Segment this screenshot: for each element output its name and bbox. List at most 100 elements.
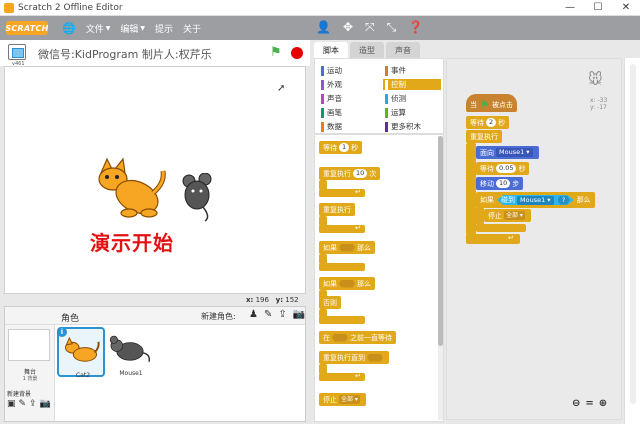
category-sensing[interactable]: 侦测: [383, 93, 441, 104]
scrollbar-thumb[interactable]: [438, 136, 443, 346]
new-sprite-tools: ♟ ✎ ⇪ 📷: [249, 309, 305, 320]
zoom-controls: ⊖ = ⊕: [572, 398, 607, 409]
menu-about[interactable]: 关于: [183, 22, 201, 35]
language-globe-icon[interactable]: 🌐: [62, 22, 76, 35]
demo-start-text: 演示开始: [90, 231, 174, 255]
category-swatch: [321, 93, 324, 104]
window-title: Scratch 2 Offline Editor: [18, 2, 123, 13]
camera-backdrop-icon[interactable]: 📷: [40, 399, 51, 409]
y-label: y:: [275, 296, 283, 304]
upload-sprite-icon[interactable]: ⇪: [278, 309, 286, 320]
tab-sounds[interactable]: 声音: [386, 42, 420, 58]
palette-block-repeat-until[interactable]: 重复执行直到: [319, 351, 389, 364]
presentation-mode-icon[interactable]: [8, 44, 26, 60]
paint-sprite-icon[interactable]: ✎: [264, 309, 272, 320]
palette-block-stop[interactable]: 停止 全部 ▾: [319, 393, 366, 406]
cut-icon[interactable]: ✥: [343, 20, 353, 35]
palette-block-forever[interactable]: 重复执行: [319, 203, 355, 216]
boolean-slot[interactable]: [367, 353, 383, 362]
menu-file[interactable]: 文件 ▼: [86, 22, 111, 35]
category-swatch: [321, 107, 324, 118]
palette-block-wait-until[interactable]: 在 之前一直等待: [319, 331, 396, 344]
help-icon[interactable]: ❓: [408, 20, 423, 35]
maximize-button[interactable]: ☐: [584, 0, 612, 16]
if-c-foot: [476, 224, 526, 232]
category-motion[interactable]: 运动: [319, 65, 377, 76]
library-backdrop-icon[interactable]: ▣: [7, 399, 16, 409]
palette-scrollbar[interactable]: [438, 136, 443, 420]
minimize-button[interactable]: —: [556, 0, 584, 16]
scratch-logo[interactable]: SCRATCH: [5, 21, 48, 35]
category-sound[interactable]: 声音: [319, 93, 377, 104]
menu-edit[interactable]: 编辑 ▼: [120, 22, 145, 35]
script-wait-short[interactable]: 等待 0.05 秒: [476, 162, 530, 175]
point-target-dropdown[interactable]: Mouse1 ▾: [496, 148, 533, 157]
duplicate-icon[interactable]: 👤: [316, 20, 331, 35]
stage-thumbnail[interactable]: [8, 329, 50, 361]
touching-condition[interactable]: 碰到 Mouse1 ▾ ?: [497, 195, 574, 205]
category-control[interactable]: 控制: [383, 79, 441, 90]
script-forever[interactable]: 重复执行: [466, 130, 502, 143]
backdrop-count: 1 背景: [22, 376, 38, 382]
upload-backdrop-icon[interactable]: ⇪: [29, 399, 37, 409]
palette-block-wait[interactable]: 等待 1 秒: [319, 141, 363, 154]
zoom-in-icon[interactable]: ⊕: [599, 398, 607, 409]
script-move-steps[interactable]: 移动 10 步: [476, 177, 524, 190]
category-swatch: [321, 79, 324, 90]
category-events[interactable]: 事件: [383, 65, 441, 76]
chevron-down-icon: ▼: [105, 24, 111, 32]
script-when-flag-clicked[interactable]: 当 ⚑ 被点击: [466, 94, 517, 112]
y-value: 152: [285, 296, 299, 304]
block-input[interactable]: 1: [339, 143, 350, 152]
grow-icon[interactable]: ⤧: [365, 20, 375, 35]
library-sprite-icon[interactable]: ♟: [249, 309, 258, 320]
paint-backdrop-icon[interactable]: ✎: [19, 399, 27, 409]
cat-sprite: [98, 157, 166, 218]
new-backdrop-tools: ▣ ✎ ⇪ 📷: [7, 399, 51, 409]
script-area-scrollbar[interactable]: [624, 58, 640, 424]
category-more-blocks[interactable]: 更多积木: [383, 121, 441, 132]
block-input[interactable]: 2: [486, 118, 497, 127]
tab-costumes[interactable]: 造型: [350, 42, 384, 58]
tab-scripts[interactable]: 脚本: [314, 42, 348, 58]
camera-sprite-icon[interactable]: 📷: [293, 309, 305, 320]
shrink-icon[interactable]: ⤡: [387, 20, 397, 35]
stage-canvas[interactable]: 演示开始 ➚: [4, 66, 306, 294]
stop-dropdown[interactable]: 全部 ▾: [504, 211, 525, 220]
category-operators[interactable]: 运算: [383, 107, 441, 118]
script-wait[interactable]: 等待 2 秒: [466, 116, 510, 129]
palette-block-repeat[interactable]: 重复执行 10 次: [319, 167, 381, 180]
palette-block-if-then[interactable]: 如果 那么: [319, 241, 375, 254]
block-text: 被点击: [491, 101, 513, 109]
block-input[interactable]: 10: [353, 169, 368, 178]
script-stop[interactable]: 停止 全部 ▾: [484, 209, 531, 222]
sprite-card-cat2[interactable]: i Cat2: [57, 327, 105, 379]
close-button[interactable]: ✕: [612, 0, 640, 16]
boolean-slot[interactable]: [339, 243, 355, 252]
block-input[interactable]: 10: [496, 179, 511, 188]
scrollbar-thumb[interactable]: [630, 64, 636, 404]
category-label: 事件: [391, 66, 406, 75]
palette-block-if-else[interactable]: 如果 那么: [319, 277, 375, 290]
touch-target-dropdown[interactable]: Mouse1 ▾: [517, 195, 554, 205]
stop-icon[interactable]: [291, 47, 303, 59]
category-swatch: [385, 65, 388, 76]
stop-dropdown[interactable]: 全部 ▾: [339, 395, 360, 404]
menu-tips[interactable]: 提示: [155, 22, 173, 35]
green-flag-icon[interactable]: ⚑: [270, 45, 282, 60]
script-if-then[interactable]: 如果 碰到 Mouse1 ▾ ? 那么: [476, 192, 595, 208]
forever-c-arm: [466, 143, 476, 235]
category-swatch: [385, 107, 388, 118]
sprite-card-mouse1[interactable]: Mouse1: [107, 327, 155, 377]
zoom-reset-icon[interactable]: =: [585, 398, 593, 409]
zoom-out-icon[interactable]: ⊖: [572, 398, 580, 409]
category-pen[interactable]: 画笔: [319, 107, 377, 118]
script-point-towards[interactable]: 面向 Mouse1 ▾: [476, 146, 539, 159]
category-data[interactable]: 数据: [319, 121, 377, 132]
category-looks[interactable]: 外观: [319, 79, 377, 90]
block-input[interactable]: 0.05: [496, 164, 517, 173]
editor-tabs: 脚本 造型 声音: [314, 42, 422, 58]
boolean-slot[interactable]: [332, 333, 348, 342]
chevron-down-icon: ▼: [140, 24, 145, 32]
boolean-slot[interactable]: [339, 279, 355, 288]
